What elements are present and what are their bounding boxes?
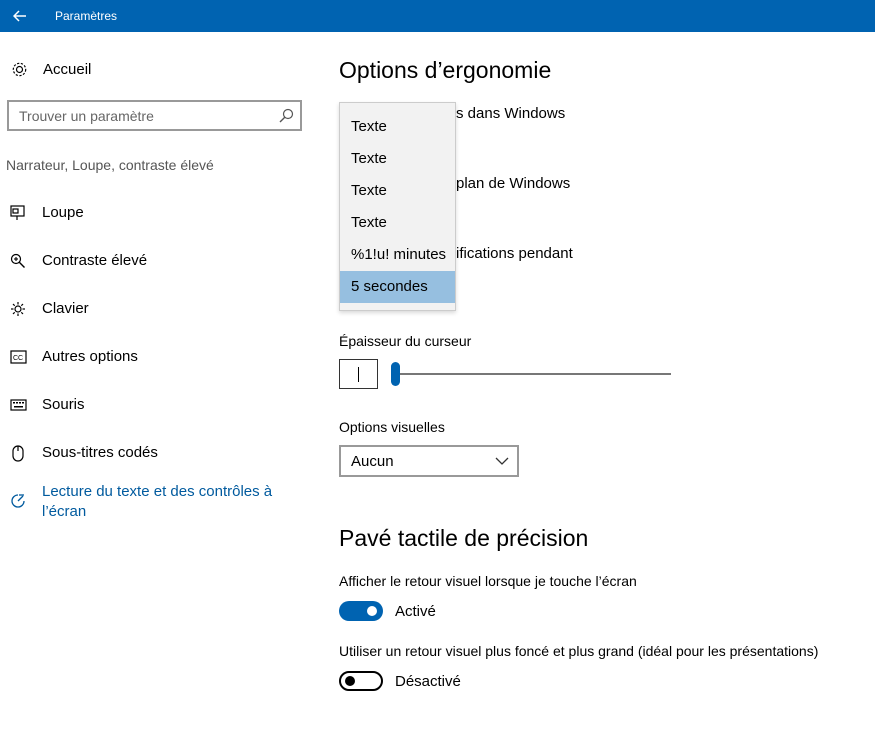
svg-text:CC: CC [13,355,23,362]
visual-options-label: Options visuelles [339,419,445,435]
home-link[interactable]: Accueil [10,58,91,80]
section-title-touchpad: Pavé tactile de précision [339,525,589,551]
gear-icon [10,60,28,78]
cursor-preview [339,359,378,389]
chevron-down-icon [495,457,509,465]
toggle-knob [367,606,377,616]
magnifier-screen-icon [9,204,27,222]
sidebar-item-label: Sous-titres codés [42,444,158,461]
dark-feedback-toggle[interactable] [339,671,383,691]
visual-options-select[interactable]: Aucun [339,445,519,477]
mouse-icon [9,444,27,462]
select-value: Aucun [351,453,394,470]
touch-feedback-toggle[interactable] [339,601,383,621]
sun-icon [9,300,27,318]
dark-feedback-label: Utiliser un retour visuel plus foncé et … [339,643,819,659]
arrow-left-icon [13,10,26,22]
dropdown-option[interactable]: Texte [340,175,455,207]
narrator-icon [9,492,27,510]
category-label: Narrateur, Loupe, contraste élevé [6,157,214,173]
sidebar-item-label: Contraste élevé [42,252,148,269]
closed-caption-icon: CC [9,348,27,366]
back-button[interactable] [0,0,40,32]
toggle-state-label: Activé [395,603,436,620]
sidebar-item-sous-titres[interactable]: Sous-titres codés [0,436,310,470]
cursor-thickness-label: Épaisseur du curseur [339,333,472,349]
sidebar-item-label: Lecture du texte et des contrôles à l’éc… [42,483,273,520]
sidebar-item-label: Autres options [42,348,138,365]
home-label: Accueil [43,60,92,78]
sidebar-item-clavier[interactable]: Clavier [0,292,310,326]
zoom-icon [9,252,27,270]
section-title-ergonomie: Options d’ergonomie [339,57,552,83]
search-icon[interactable] [279,108,294,123]
sidebar-item-label: Loupe [42,204,84,221]
dropdown-option-selected[interactable]: 5 secondes [340,271,455,303]
toggle-knob [345,676,355,686]
dropdown-option[interactable]: Texte [340,111,455,143]
setting-label-partial: s dans Windows [456,105,566,122]
sidebar-item-contraste[interactable]: Contraste élevé [0,244,310,278]
search-box[interactable] [7,100,302,131]
cursor-thickness-slider[interactable] [394,373,671,375]
slider-thumb[interactable] [391,362,400,386]
sidebar-item-souris[interactable]: Souris [0,388,310,422]
dropdown-option[interactable]: Texte [340,207,455,239]
touch-feedback-label: Afficher le retour visuel lorsque je tou… [339,573,637,589]
window-title: Paramètres [55,9,118,23]
dropdown-list: Texte Texte Texte Texte %1!u! minutes 5 … [339,102,456,311]
sidebar-item-autres-options[interactable]: CC Autres options [0,340,310,374]
dropdown-option[interactable]: %1!u! minutes [340,239,455,271]
search-input[interactable] [9,102,269,129]
setting-label-partial: ifications pendant [456,245,573,262]
keyboard-icon [9,396,27,414]
sidebar-item-loupe[interactable]: Loupe [0,196,310,230]
setting-label-partial: plan de Windows [456,175,571,192]
title-bar: Paramètres [0,0,875,32]
sidebar-item-label: Clavier [42,300,89,317]
sidebar-item-label: Souris [42,396,85,413]
dropdown-option[interactable]: Texte [340,143,455,175]
toggle-state-label: Désactivé [395,673,461,690]
sidebar-item-lecture[interactable]: Lecture du texte et des contrôles à l’éc… [0,483,310,532]
text-cursor-icon [358,367,359,382]
